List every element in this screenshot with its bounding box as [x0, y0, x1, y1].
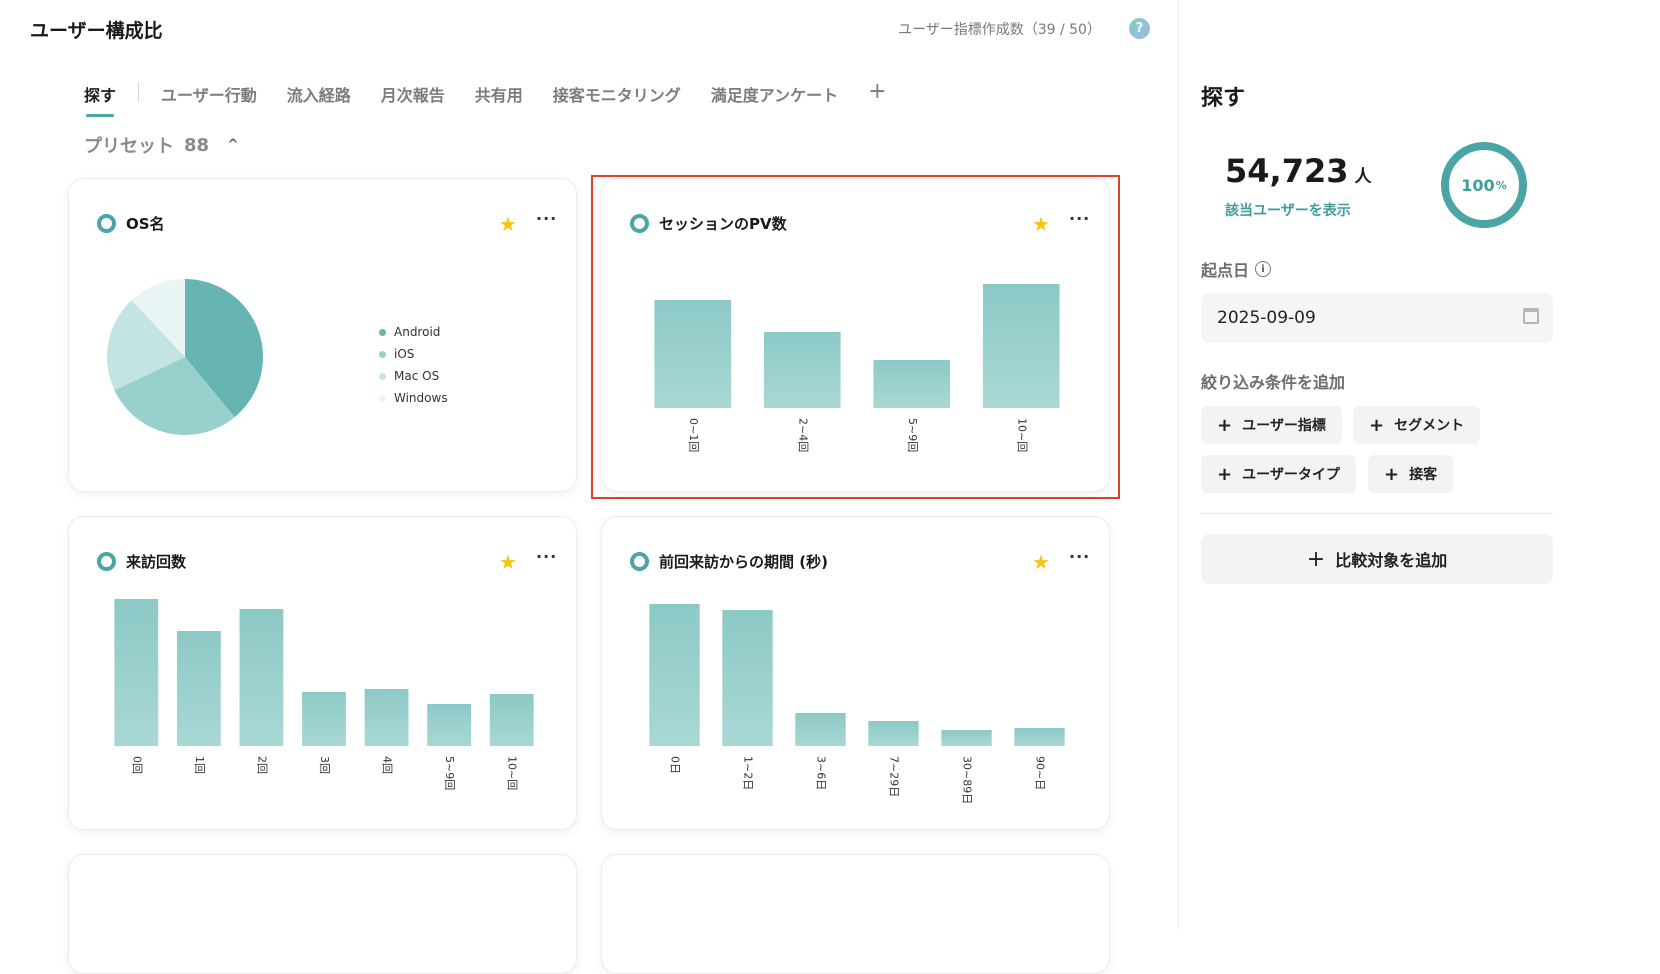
bar: [868, 721, 919, 746]
bar: [722, 610, 773, 746]
plus-icon: +: [1306, 546, 1326, 572]
chip-label: 接客: [1409, 467, 1438, 483]
x-tick-label: 0回: [130, 756, 143, 774]
chip-label: セグメント: [1394, 418, 1465, 434]
bar: [941, 730, 992, 746]
user-count: 54,723 人: [1225, 152, 1371, 190]
bar: [114, 599, 159, 746]
x-tick-label: 1回: [193, 756, 206, 774]
chip-label: ユーザータイプ: [1242, 467, 1340, 483]
tab-engagement-monitoring[interactable]: 接客モニタリング: [553, 82, 681, 106]
legend-label: Mac OS: [394, 369, 440, 383]
x-tick-label: 5~9回: [443, 756, 456, 790]
page-title: ユーザー構成比: [30, 20, 163, 42]
legend-dot-icon: [379, 350, 386, 358]
info-icon[interactable]: i: [1255, 261, 1272, 277]
legend-item: Windows: [379, 387, 448, 409]
add-engagement-button[interactable]: + 接客: [1368, 455, 1454, 493]
x-tick-label: 4回: [381, 756, 394, 774]
chart-card-partial: [68, 854, 577, 974]
start-date-label: 起点日 i: [1201, 257, 1272, 281]
pie-chart: [107, 279, 263, 435]
x-tick-label: 1~2日: [742, 756, 755, 790]
bar: [302, 692, 346, 746]
chip-label: ユーザー指標: [1242, 418, 1326, 434]
start-date-value: 2025-09-09: [1217, 308, 1316, 328]
bar-chart: 0日 1~2日 3~6日 7~29日 30~89日 90~日: [649, 604, 1065, 804]
bar: [364, 689, 409, 746]
x-tick-label: 7~29日: [888, 756, 901, 797]
chart-card-days-since-last-visit: 前回来訪からの期間 (秒) ★ ··· 0日 1~2日 3~6日 7~29日 30~89…: [601, 516, 1110, 830]
bar: [489, 694, 534, 746]
add-comparison-button[interactable]: + 比較対象を追加: [1201, 534, 1553, 584]
tab-satisfaction-survey[interactable]: 満足度アンケート: [711, 82, 838, 106]
x-tick-label: 3回: [318, 756, 331, 774]
selection-highlight: [591, 175, 1120, 499]
bar: [239, 609, 284, 746]
tab-divider: [138, 82, 140, 102]
panel-divider: [1201, 513, 1553, 514]
bar: [176, 631, 221, 746]
chart-card-partial: [601, 854, 1110, 974]
filter-label: 絞り込み条件を追加: [1201, 373, 1346, 392]
percentage-value: 100: [1461, 175, 1495, 195]
chevron-up-icon: ^: [227, 137, 239, 153]
x-tick-label: 10~回: [506, 756, 519, 790]
add-user-metric-button[interactable]: + ユーザー指標: [1201, 406, 1342, 444]
start-date-label-text: 起点日: [1201, 261, 1250, 280]
plus-icon: +: [1384, 463, 1400, 485]
user-count-unit: 人: [1354, 167, 1372, 187]
start-date-field[interactable]: 2025-09-09: [1201, 293, 1553, 343]
bar: [649, 604, 700, 746]
plus-icon: +: [1217, 414, 1233, 436]
help-icon[interactable]: ?: [1129, 18, 1150, 39]
tab-traffic-source[interactable]: 流入経路: [287, 82, 351, 106]
percentage-unit: %: [1495, 178, 1507, 192]
chart-card-os: OS名 ★ ··· Android iOS Mac OS Windows: [68, 178, 577, 492]
explore-panel: 探す 54,723 人 該当ユーザーを表示 100% 起点日 i 2025-09-…: [1178, 0, 1660, 930]
panel-title: 探す: [1201, 86, 1246, 111]
bar: [427, 704, 472, 746]
metric-quota-text: ユーザー指標作成数（39 / 50）: [898, 22, 1101, 38]
legend-label: Windows: [394, 391, 448, 405]
x-tick-label: 2回: [255, 756, 268, 774]
tab-bar: 探す ユーザー行動 流入経路 月次報告 共有用 接客モニタリング 満足度アンケー…: [84, 81, 887, 122]
tab-explore[interactable]: 探す: [84, 82, 116, 117]
legend-item: Mac OS: [379, 365, 448, 387]
preset-toggle[interactable]: プリセット 88 ^: [84, 132, 239, 158]
legend-dot-icon: [379, 394, 386, 402]
tab-user-behavior[interactable]: ユーザー行動: [161, 82, 257, 106]
compare-label: 比較対象を追加: [1335, 551, 1448, 570]
bar: [1014, 728, 1065, 746]
add-segment-button[interactable]: + セグメント: [1353, 406, 1481, 444]
legend-item: iOS: [379, 343, 448, 365]
chart-legend: Android iOS Mac OS Windows: [379, 321, 448, 409]
user-count-value: 54,723: [1225, 152, 1349, 190]
plus-icon: +: [1369, 414, 1385, 436]
bar: [795, 713, 846, 746]
x-tick-label: 3~6日: [815, 756, 828, 790]
tab-monthly-report[interactable]: 月次報告: [381, 82, 445, 106]
legend-label: iOS: [394, 347, 415, 361]
x-tick-label: 90~日: [1034, 756, 1047, 790]
chart-card-visit-count: 来訪回数 ★ ··· 0回 1回 2回 3回 4回 5~9回 10~回: [68, 516, 577, 830]
add-tab-button[interactable]: +: [868, 81, 886, 103]
legend-label: Android: [394, 325, 441, 339]
preset-label: プリセット: [84, 136, 174, 157]
tab-shared[interactable]: 共有用: [475, 82, 523, 106]
percentage-ring: 100%: [1441, 142, 1527, 228]
legend-dot-icon: [379, 328, 386, 336]
plus-icon: +: [1217, 463, 1233, 485]
preset-count: 88: [184, 134, 210, 156]
legend-item: Android: [379, 321, 448, 343]
show-users-link[interactable]: 該当ユーザーを表示: [1225, 200, 1351, 220]
add-user-type-button[interactable]: + ユーザータイプ: [1201, 455, 1356, 493]
bar-chart: 0回 1回 2回 3回 4回 5~9回 10~回: [114, 599, 534, 790]
x-tick-label: 30~89日: [961, 756, 974, 804]
calendar-icon[interactable]: [1523, 308, 1539, 324]
x-tick-label: 0日: [669, 756, 682, 774]
legend-dot-icon: [379, 372, 386, 380]
